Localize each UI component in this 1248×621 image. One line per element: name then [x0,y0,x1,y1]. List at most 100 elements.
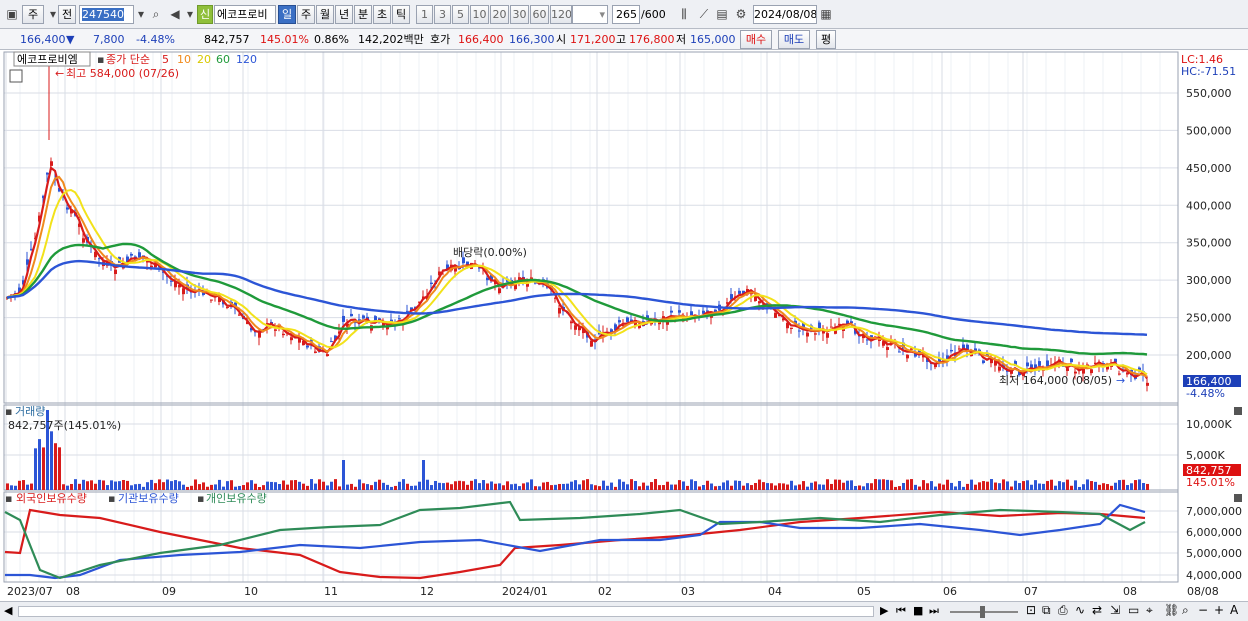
interval-button-3[interactable]: 3 [434,5,451,24]
volume-bar [650,482,653,490]
interval-button-60[interactable]: 60 [530,5,549,24]
x-axis-label: 12 [420,585,434,598]
interval-button-1[interactable]: 1 [416,5,433,24]
period-button-4[interactable]: 분 [354,5,372,24]
volume-bar [954,486,957,490]
hoga-label: 호가 [430,33,451,46]
new-badge: 신 [197,5,213,24]
volume-bar [786,484,789,490]
volume-bar [1142,483,1145,490]
image-save-icon[interactable]: ▭ [1128,603,1139,617]
search-icon[interactable]: ⌕ [148,6,164,22]
layout-icon[interactable]: ⊡ [1026,603,1036,617]
date-input[interactable]: 2024/08/08 [753,5,817,24]
indicator-icon[interactable]: ∿ [1075,603,1085,617]
candle-type-icon[interactable]: ⫼ [676,6,692,22]
candle-body [82,238,85,243]
scroll-left-icon[interactable]: ◀ [4,604,12,617]
table-toggle-icon[interactable] [9,69,23,83]
volume-bar [22,480,25,490]
scroll-right-icon[interactable]: ▶ [880,604,888,617]
count-input[interactable]: 265 [612,5,640,24]
drawing-tool-icon[interactable]: ⟋ [696,6,712,22]
zoom-slider-handle[interactable] [980,606,985,618]
horizontal-scrollbar[interactable] [18,606,874,617]
print-icon[interactable]: ⎙ [1058,603,1068,618]
volume-bar [230,480,233,490]
interval-button-5[interactable]: 5 [452,5,469,24]
link-icon[interactable]: ⛓ [1164,603,1179,617]
volume-axis-ticks: 10,000K 5,000K [1186,418,1232,462]
period-button-5[interactable]: 초 [373,5,391,24]
period-button-6[interactable]: 틱 [392,5,410,24]
crosshair-icon[interactable]: ⌖ [1146,603,1153,618]
volume-bar [74,479,77,490]
volume-bar [386,484,389,490]
interval-custom-select[interactable]: ▾ [572,5,608,24]
volume-bar [738,480,741,490]
sell-button[interactable]: 매도 [778,30,810,49]
volume-bar [854,486,857,490]
holdings-tick: 6,000,000 [1186,526,1242,539]
export-icon[interactable]: ⇲ [1110,603,1120,617]
volume-bar [1038,483,1041,490]
stock-code-value: 247540 [82,8,124,21]
date-value: 2024/08/08 [754,8,817,21]
zoom-search-icon[interactable]: ⌕ [1182,603,1189,618]
buy-button[interactable]: 매수 [740,30,772,49]
x-axis-label: 08 [1123,585,1137,598]
prev-button[interactable]: 전 [58,5,76,24]
x-axis-label: 11 [324,585,338,598]
window-menu-icon[interactable]: ▣ [4,6,20,22]
candle-body [386,327,389,330]
volume-bar [758,479,761,490]
stock-chart[interactable]: 에코프로비엠 ▪ 종가 단순 5 10 20 60 120 ← 최고 584,0… [0,50,1248,601]
holdings-panel-close-icon[interactable] [1234,494,1242,502]
copy-icon[interactable]: ⧉ [1042,603,1051,618]
compare-icon[interactable]: ⇄ [1092,603,1102,617]
period-button-3[interactable]: 년 [335,5,353,24]
interval-button-10[interactable]: 10 [470,5,489,24]
volume-current-label: 842,757주(145.01%) [8,419,121,432]
holdings-marker-icon: ▪ [5,492,12,505]
stop-icon[interactable]: ■ [913,604,923,617]
avg-button[interactable]: 평 [816,30,836,49]
font-size-icon[interactable]: A [1230,603,1238,617]
save-icon[interactable]: ▤ [714,6,730,22]
holdings-legend-individual: 개인보유수량 [206,492,267,505]
mode-select[interactable]: 주 [22,5,44,24]
calendar-icon[interactable]: ▦ [818,6,834,22]
code-dropdown-icon[interactable]: ▾ [133,6,149,22]
volume-tick: 5,000K [1186,449,1225,462]
interval-button-20[interactable]: 20 [490,5,509,24]
volume-bar [990,479,993,490]
volume-bar [210,484,213,490]
stock-code-input[interactable]: 247540 [79,5,134,24]
panel-frame-1 [3,404,1179,491]
period-button-0[interactable]: 일 [278,5,296,24]
fast-forward-icon[interactable]: ⏭ [929,604,939,618]
period-button-2[interactable]: 월 [316,5,334,24]
sound-dropdown-icon[interactable]: ▾ [182,6,198,22]
holdings-line-institution [5,503,1146,580]
volume-bar [406,483,409,490]
candle-body [826,333,829,338]
sound-icon[interactable]: ◀ [167,6,183,22]
candle-body [790,327,793,329]
volume-bar [482,480,485,490]
zoom-in-icon[interactable]: + [1214,603,1224,617]
volume-bar [894,486,897,490]
interval-button-30[interactable]: 30 [510,5,529,24]
volume-panel-close-icon[interactable] [1234,407,1242,415]
rewind-icon[interactable]: ⏮ [896,604,906,618]
volume-bar [58,447,61,490]
volume-bar [194,479,197,490]
interval-button-120[interactable]: 120 [550,5,572,24]
ma-line-60 [6,242,1148,356]
volume-bar [618,479,621,490]
period-button-1[interactable]: 주 [297,5,315,24]
zoom-out-icon[interactable]: − [1198,603,1208,617]
volume-bar [330,481,333,490]
settings-gear-icon[interactable]: ⚙ [733,6,749,22]
x-axis-label: 03 [681,585,695,598]
